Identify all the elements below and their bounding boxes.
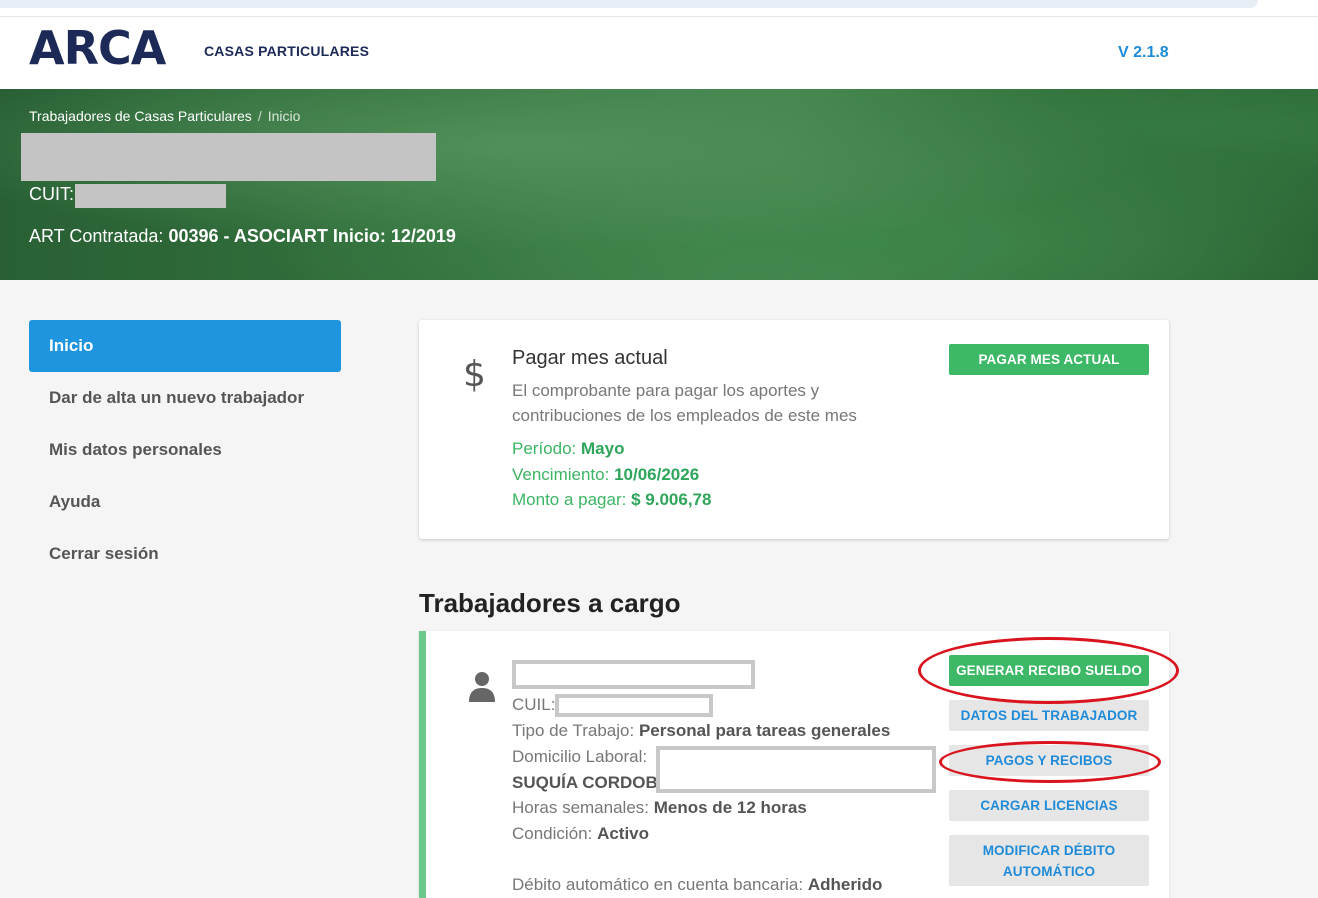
worker-domicilio-label: Domicilio Laboral: bbox=[512, 747, 648, 766]
art-label: ART Contratada: bbox=[29, 226, 164, 246]
horas-label: Horas semanales: bbox=[512, 798, 650, 817]
debito-label: Débito automático en cuenta bancaria: bbox=[512, 875, 804, 894]
dollar-icon: $ bbox=[463, 354, 486, 395]
breadcrumb-link-home[interactable]: Trabajadores de Casas Particulares bbox=[29, 108, 252, 124]
datos-trabajador-button[interactable]: DATOS DEL TRABAJADOR bbox=[949, 700, 1149, 731]
app-subtitle: CASAS PARTICULARES bbox=[204, 43, 370, 59]
cargar-licencias-button[interactable]: CARGAR LICENCIAS bbox=[949, 790, 1149, 821]
employer-cuit: CUIT: bbox=[29, 184, 226, 208]
sidebar-item-inicio[interactable]: Inicio bbox=[29, 320, 341, 372]
worker-cuil: CUIL: bbox=[512, 694, 555, 716]
sidebar-item-datos-personales[interactable]: Mis datos personales bbox=[29, 424, 341, 476]
breadcrumb-separator: / bbox=[257, 108, 262, 124]
period-value: Mayo bbox=[581, 439, 625, 458]
sidebar-item-ayuda[interactable]: Ayuda bbox=[29, 476, 341, 528]
worker-tipo-trabajo: Tipo de Trabajo: Personal para tareas ge… bbox=[512, 720, 890, 742]
app-header: ARCA CASAS PARTICULARES V 2.1.8 bbox=[0, 16, 1318, 89]
worker-domicilio-value: SUQUÍA CORDOBA bbox=[512, 773, 671, 792]
condicion-value: Activo bbox=[597, 824, 650, 843]
sidebar-nav: Inicio Dar de alta un nuevo trabajador M… bbox=[29, 320, 341, 580]
tipo-label: Tipo de Trabajo: bbox=[512, 721, 635, 740]
address-bar-edge bbox=[0, 0, 1258, 8]
workers-section-title: Trabajadores a cargo bbox=[419, 588, 681, 618]
modificar-debito-line2: AUTOMÁTICO bbox=[1002, 863, 1096, 879]
redacted-worker-name bbox=[512, 660, 755, 689]
sidebar-item-alta-trabajador[interactable]: Dar de alta un nuevo trabajador bbox=[29, 372, 341, 424]
period-label: Período: bbox=[512, 439, 577, 458]
period-line: Período: Mayo bbox=[512, 439, 624, 459]
debito-value: Adherido bbox=[807, 875, 883, 894]
due-date-line: Vencimiento: 10/06/2026 bbox=[512, 465, 699, 485]
amount-line: Monto a pagar: $ 9.006,78 bbox=[512, 490, 711, 510]
pay-card-description: El comprobante para pagar los aportes y … bbox=[512, 381, 857, 425]
condicion-label: Condición: bbox=[512, 824, 593, 843]
amount-label: Monto a pagar: bbox=[512, 490, 627, 509]
horas-value: Menos de 12 horas bbox=[653, 798, 807, 817]
browser-strip bbox=[0, 0, 1318, 16]
annotation-circle-pagos bbox=[939, 741, 1161, 783]
tipo-value: Personal para tareas generales bbox=[638, 721, 891, 740]
hero-banner: Trabajadores de Casas Particulares / Inici… bbox=[0, 89, 1318, 280]
pay-card-title: Pagar mes actual bbox=[512, 347, 668, 369]
redacted-address bbox=[656, 746, 936, 793]
redacted-cuil bbox=[555, 694, 713, 717]
worker-horas: Horas semanales: Menos de 12 horas bbox=[512, 797, 807, 819]
sidebar-item-cerrar-sesion[interactable]: Cerrar sesión bbox=[29, 528, 341, 580]
due-value: 10/06/2026 bbox=[614, 465, 700, 484]
arca-logo[interactable]: ARCA bbox=[29, 21, 166, 75]
art-value: 00396 - ASOCIART Inicio: 12/2019 bbox=[168, 226, 456, 246]
pay-month-card: $ Pagar mes actual El comprobante para p… bbox=[419, 320, 1169, 539]
redacted-employer-name bbox=[21, 133, 436, 181]
modificar-debito-button[interactable]: MODIFICAR DÉBITO AUTOMÁTICO bbox=[949, 835, 1149, 886]
breadcrumb: Trabajadores de Casas Particulares / Inici… bbox=[29, 108, 300, 124]
modificar-debito-line1: MODIFICAR DÉBITO bbox=[982, 842, 1116, 858]
cuil-label: CUIL: bbox=[512, 695, 556, 714]
annotation-circle-generar bbox=[918, 637, 1179, 704]
version-label: V 2.1.8 bbox=[1118, 44, 1169, 61]
worker-condicion: Condición: Activo bbox=[512, 823, 649, 845]
redacted-cuit bbox=[75, 184, 226, 208]
art-contratada: ART Contratada: 00396 - ASOCIART Inicio:… bbox=[29, 226, 456, 247]
person-icon bbox=[469, 672, 495, 702]
pay-month-button[interactable]: PAGAR MES ACTUAL bbox=[949, 344, 1149, 375]
breadcrumb-current: Inicio bbox=[267, 108, 301, 124]
cuit-label: CUIT: bbox=[29, 184, 74, 204]
due-label: Vencimiento: bbox=[512, 465, 610, 484]
amount-value: $ 9.006,78 bbox=[631, 490, 712, 509]
worker-debito: Débito automático en cuenta bancaria: Ad… bbox=[512, 874, 882, 896]
